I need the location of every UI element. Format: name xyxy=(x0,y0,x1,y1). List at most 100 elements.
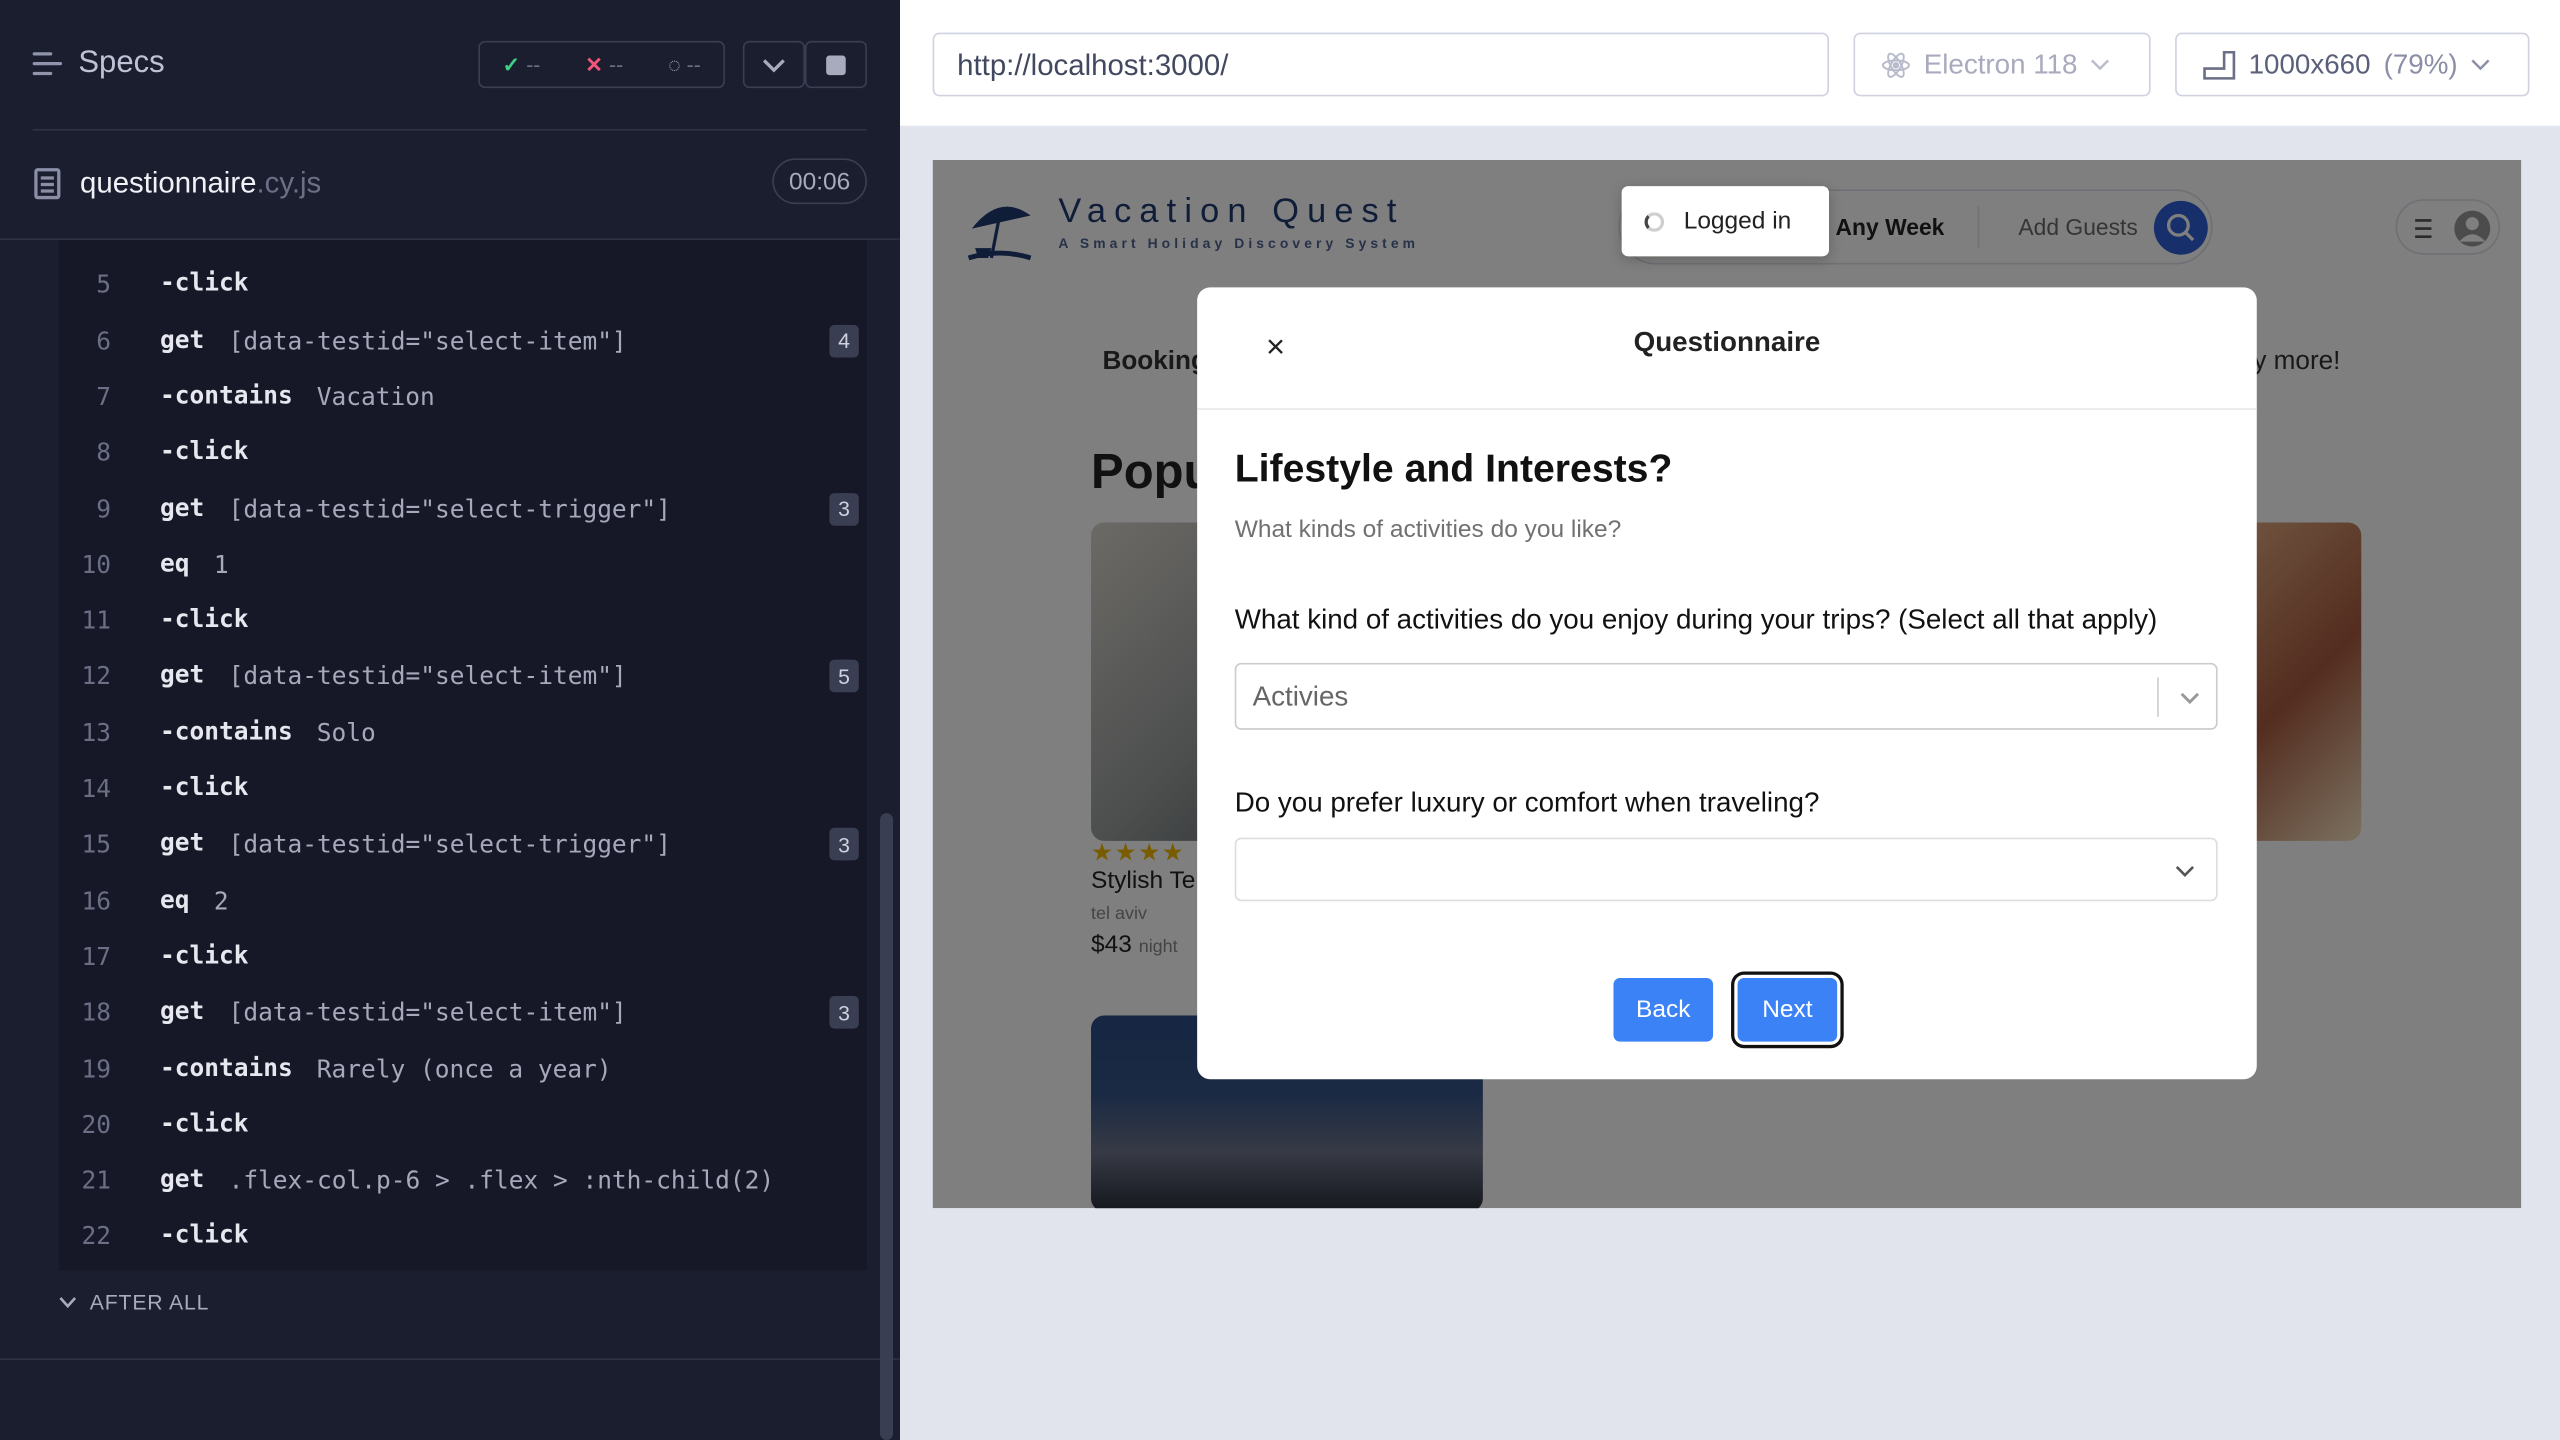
passed-stat: ✓ -- xyxy=(502,51,541,76)
line-number: 6 xyxy=(96,325,112,356)
command-name: get xyxy=(160,828,205,858)
electron-icon xyxy=(1881,51,1910,78)
luxury-question: Do you prefer luxury or comfort when tra… xyxy=(1234,786,1820,818)
activities-placeholder: Activies xyxy=(1252,680,1349,712)
back-button[interactable]: Back xyxy=(1613,977,1714,1042)
command-row[interactable]: 4 eq 0 xyxy=(59,240,867,255)
loading-spinner-icon xyxy=(1644,211,1665,232)
app-under-test-panel: http://localhost:3000/ Electron 118 1000… xyxy=(900,0,2560,1440)
command-row[interactable]: 9 get [data-testid="select-trigger"] 3 xyxy=(59,479,867,535)
chevron-down-icon xyxy=(59,1296,77,1308)
browser-selector[interactable]: Electron 118 xyxy=(1853,32,2151,97)
command-name: -contains xyxy=(160,1052,293,1082)
command-name: eq xyxy=(160,240,189,242)
command-message: .flex-col.p-6 > .flex > :nth-child(2) xyxy=(228,1165,775,1196)
line-number: 11 xyxy=(81,605,112,636)
line-number: 8 xyxy=(96,437,112,468)
command-name: -click xyxy=(160,604,249,634)
command-row[interactable]: 15 get [data-testid="select-trigger"] 3 xyxy=(59,815,867,871)
command-name: get xyxy=(160,660,205,690)
ruler-icon xyxy=(2203,50,2236,79)
line-number: 16 xyxy=(81,885,112,916)
command-name: eq xyxy=(160,884,190,914)
command-name: -click xyxy=(160,940,249,970)
specs-button[interactable]: Specs xyxy=(32,45,165,82)
command-name: -click xyxy=(160,772,249,802)
luxury-select[interactable] xyxy=(1234,837,2218,902)
command-row[interactable]: 5 -click xyxy=(59,255,867,311)
next-button[interactable]: Next xyxy=(1737,977,1838,1042)
command-message: [data-testid="select-item"] xyxy=(228,661,627,692)
command-message: 1 xyxy=(213,549,229,580)
command-name: -contains xyxy=(160,716,293,746)
command-name: -click xyxy=(160,1108,249,1138)
element-count-badge: 4 xyxy=(829,324,859,357)
command-row[interactable]: 10 eq 1 xyxy=(59,535,867,591)
chevron-down-icon xyxy=(2175,866,2195,877)
line-number: 9 xyxy=(96,493,112,524)
line-number: 19 xyxy=(81,1053,112,1084)
chevron-down-icon[interactable] xyxy=(2174,681,2207,714)
command-row[interactable]: 13 -contains Solo xyxy=(59,703,867,759)
command-name: -click xyxy=(160,268,249,298)
activities-question: What kind of activities do you enjoy dur… xyxy=(1234,604,2158,636)
command-row[interactable]: 11 -click xyxy=(59,591,867,647)
line-number: 22 xyxy=(81,1221,112,1252)
test-stats: ✓ -- ✕ -- ◌ -- xyxy=(478,40,725,89)
spec-file-row[interactable]: questionnaire.cy.js xyxy=(0,131,900,241)
command-message: Solo xyxy=(316,717,376,748)
section-heading: Lifestyle and Interests? xyxy=(1234,447,1673,492)
command-row[interactable]: 22 -click xyxy=(59,1207,867,1263)
element-count-badge: 3 xyxy=(829,828,859,861)
line-number: 21 xyxy=(81,1165,112,1196)
line-number: 12 xyxy=(81,661,112,692)
modal-header: × Questionnaire xyxy=(1197,287,2257,410)
specs-label: Specs xyxy=(78,45,165,81)
command-row[interactable]: 14 -click xyxy=(59,759,867,815)
line-number: 20 xyxy=(81,1109,112,1140)
command-row[interactable]: 18 get [data-testid="select-item"] 3 xyxy=(59,983,867,1039)
command-message: [data-testid="select-item"] xyxy=(228,325,627,356)
element-count-badge: 5 xyxy=(829,660,859,693)
command-log: 4 eq 0 5 -click 6 get [data-testid="select-item… xyxy=(58,240,867,1271)
command-name: -click xyxy=(160,436,249,466)
app-viewport: Vacation Quest A Smart Holiday Discovery… xyxy=(932,160,2522,1209)
section-subheading: What kinds of activities do you like? xyxy=(1234,515,1622,544)
after-all-hook[interactable]: AFTER ALL xyxy=(59,1290,209,1314)
spinner-icon: ◌ xyxy=(668,52,681,77)
url-bar[interactable]: http://localhost:3000/ xyxy=(932,32,1830,97)
command-name: get xyxy=(160,492,205,522)
command-row[interactable]: 21 get .flex-col.p-6 > .flex > :nth-child(… xyxy=(59,1151,867,1207)
command-row[interactable]: 16 eq 2 xyxy=(59,871,867,927)
command-row[interactable]: 8 -click xyxy=(59,423,867,479)
line-number: 14 xyxy=(81,773,112,804)
command-message: [data-testid="select-trigger"] xyxy=(228,493,671,524)
stop-button[interactable] xyxy=(804,40,867,89)
scrollbar[interactable] xyxy=(880,813,894,1440)
activities-select[interactable]: Activies xyxy=(1234,662,2218,730)
spec-file-name: questionnaire.cy.js xyxy=(80,166,322,200)
command-row[interactable]: 6 get [data-testid="select-item"] 4 xyxy=(59,311,867,367)
command-row[interactable]: 7 -contains Vacation xyxy=(59,367,867,423)
command-row[interactable]: 17 -click xyxy=(59,927,867,983)
collapse-button[interactable] xyxy=(742,40,805,89)
file-icon xyxy=(34,168,61,200)
command-message: [data-testid="select-trigger"] xyxy=(228,829,671,860)
viewport-size: 1000x660 xyxy=(2248,48,2371,80)
cypress-reporter: Specs ✓ -- ✕ -- ◌ -- questionnaire.cy.js… xyxy=(0,0,900,1440)
chevron-down-icon xyxy=(762,58,785,72)
command-row[interactable]: 20 -click xyxy=(59,1095,867,1151)
check-icon: ✓ xyxy=(502,51,521,76)
element-count-badge: 3 xyxy=(829,492,859,525)
command-name: -click xyxy=(160,1220,249,1250)
command-row[interactable]: 12 get [data-testid="select-item"] 5 xyxy=(59,647,867,703)
line-number: 10 xyxy=(81,549,112,580)
viewport-selector[interactable]: 1000x660 (79%) xyxy=(2175,32,2530,97)
command-message: Vacation xyxy=(316,381,435,412)
command-name: get xyxy=(160,1164,205,1194)
command-row[interactable]: 19 -contains Rarely (once a year) xyxy=(59,1039,867,1095)
command-name: -contains xyxy=(160,380,293,410)
toast-notification: Logged in xyxy=(1621,186,1830,257)
divider xyxy=(2157,677,2159,717)
command-message: [data-testid="select-item"] xyxy=(228,997,627,1028)
